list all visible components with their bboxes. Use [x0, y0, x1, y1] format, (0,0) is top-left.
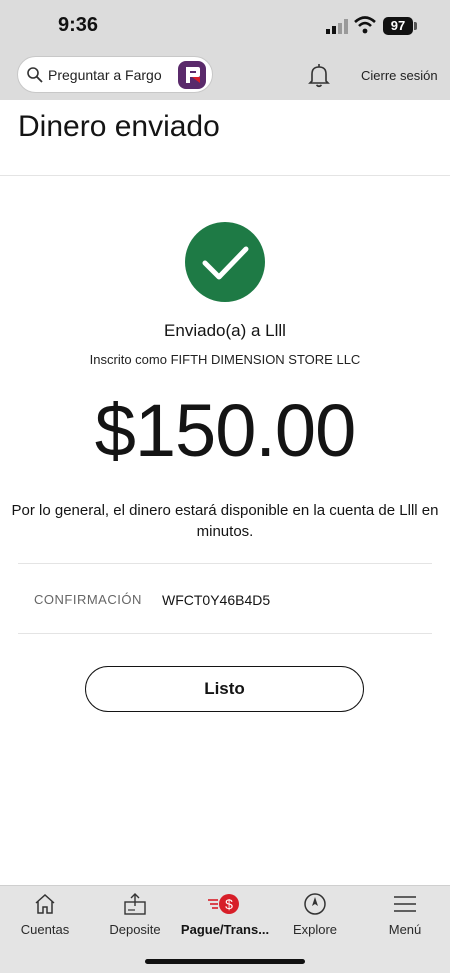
- svg-text:$: $: [225, 896, 233, 912]
- confirmation-label: CONFIRMACIÓN: [34, 592, 142, 607]
- search-icon: [27, 67, 43, 83]
- done-button[interactable]: Listo: [85, 666, 364, 712]
- tab-label: Cuentas: [20, 922, 70, 937]
- page-title: Dinero enviado: [18, 110, 220, 143]
- tab-pague-transfiera[interactable]: $ Pague/Trans...: [180, 886, 270, 946]
- home-indicator[interactable]: [145, 959, 305, 964]
- recipient-text: Enviado(a) a Llll: [164, 321, 286, 340]
- deposit-icon: [124, 893, 146, 915]
- bell-icon[interactable]: [307, 62, 331, 88]
- fargo-assistant-icon[interactable]: [178, 61, 206, 89]
- amount-sent: $150.00: [94, 389, 357, 472]
- success-check-icon: [185, 222, 265, 302]
- enrolled-as-text: Inscrito como FIFTH DIMENSION STORE LLC: [89, 352, 361, 367]
- wifi-icon: [354, 16, 376, 34]
- status-time: 9:36: [58, 14, 99, 36]
- pay-transfer-icon: $: [208, 894, 239, 914]
- availability-note: Por lo general, el dinero estará disponi…: [11, 502, 439, 540]
- top-header: 9:36 97 Preguntar a Fargo Cierre sesión: [0, 0, 450, 100]
- signal-icon: [326, 19, 348, 34]
- tab-label: Deposite: [109, 922, 161, 937]
- ask-fargo-search[interactable]: Preguntar a Fargo: [17, 56, 213, 93]
- home-icon: [35, 893, 55, 914]
- logout-link[interactable]: Cierre sesión: [361, 68, 438, 83]
- tab-cuentas[interactable]: Cuentas: [0, 886, 90, 946]
- compass-icon: [304, 893, 326, 915]
- menu-icon: [394, 896, 416, 912]
- tab-label: Menú: [388, 922, 422, 937]
- title-divider: [0, 175, 450, 176]
- tab-label: Explore: [292, 922, 338, 937]
- confirmation-top-divider: [18, 563, 432, 564]
- confirmation-bottom-divider: [18, 633, 432, 634]
- search-placeholder: Preguntar a Fargo: [48, 67, 162, 83]
- tab-label: Pague/Trans...: [180, 922, 270, 937]
- battery-tip: [414, 22, 417, 30]
- confirmation-number: WFCT0Y46B4D5: [162, 592, 271, 608]
- tab-menu[interactable]: Menú: [360, 886, 450, 946]
- tab-explore[interactable]: Explore: [270, 886, 360, 946]
- tab-deposite[interactable]: Deposite: [90, 886, 180, 946]
- battery-indicator: 97: [383, 17, 413, 35]
